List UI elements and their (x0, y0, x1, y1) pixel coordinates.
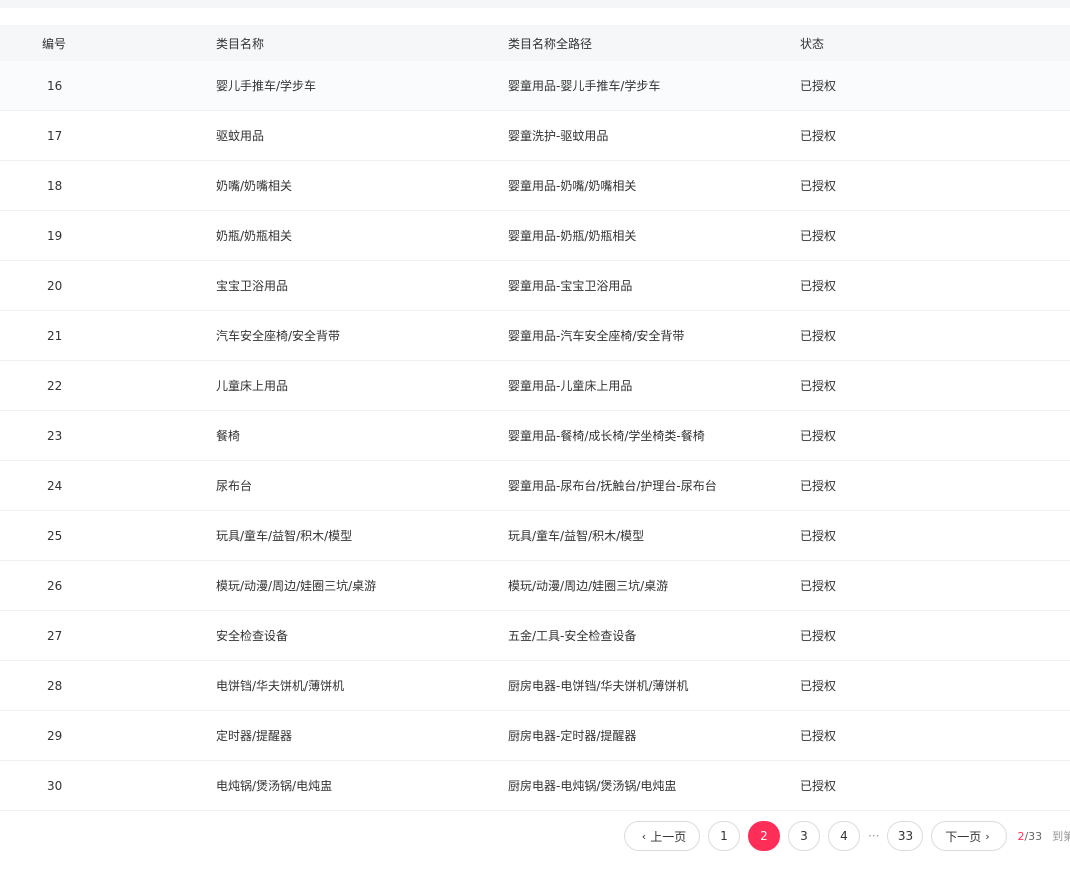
cell-status: 已授权 (800, 329, 837, 343)
cell-id: 22 (47, 378, 63, 393)
cell-path: 厨房电器-电饼铛/华夫饼机/薄饼机 (508, 679, 689, 693)
pagination-ellipsis: ··· (868, 829, 880, 843)
cell-status: 已授权 (800, 779, 837, 793)
cell-name: 电饼铛/华夫饼机/薄饼机 (216, 679, 345, 693)
cell-path: 婴童用品-儿童床上用品 (508, 379, 633, 393)
cell-name: 宝宝卫浴用品 (216, 279, 289, 293)
chevron-left-icon: ‹ (641, 829, 647, 843)
page-info: 2/33 (1017, 830, 1042, 843)
cell-status: 已授权 (800, 529, 837, 543)
cell-status: 已授权 (800, 229, 837, 243)
page-button-3[interactable]: 3 (788, 821, 820, 851)
cell-status: 已授权 (800, 129, 837, 143)
cell-id: 28 (47, 678, 63, 693)
header-status: 状态 (800, 36, 825, 51)
page-info-total: /33 (1024, 829, 1043, 843)
table-row: 20 宝宝卫浴用品 婴童用品-宝宝卫浴用品 已授权 (0, 261, 1070, 311)
cell-name: 尿布台 (216, 479, 253, 493)
header-path: 类目名称全路径 (508, 36, 593, 51)
cell-status: 已授权 (800, 379, 837, 393)
table-row: 29 定时器/提醒器 厨房电器-定时器/提醒器 已授权 (0, 711, 1070, 761)
cell-path: 厨房电器-电炖锅/煲汤锅/电炖盅 (508, 779, 677, 793)
table-header: 编号 类目名称 类目名称全路径 状态 (0, 25, 1070, 61)
cell-status: 已授权 (800, 729, 837, 743)
cell-path: 玩具/童车/益智/积木/模型 (508, 529, 645, 543)
cell-name: 婴儿手推车/学步车 (216, 79, 317, 93)
cell-id: 20 (47, 278, 63, 293)
table-row: 16 婴儿手推车/学步车 婴童用品-婴儿手推车/学步车 已授权 (0, 61, 1070, 111)
cell-id: 23 (47, 428, 63, 443)
table-row: 28 电饼铛/华夫饼机/薄饼机 厨房电器-电饼铛/华夫饼机/薄饼机 已授权 (0, 661, 1070, 711)
cell-id: 30 (47, 778, 63, 793)
cell-id: 29 (47, 728, 63, 743)
goto-page-label: 到第 (1052, 830, 1070, 843)
table-row: 25 玩具/童车/益智/积木/模型 玩具/童车/益智/积木/模型 已授权 (0, 511, 1070, 561)
table-row: 19 奶瓶/奶瓶相关 婴童用品-奶瓶/奶瓶相关 已授权 (0, 211, 1070, 261)
cell-path: 模玩/动漫/周边/娃圈三坑/桌游 (508, 579, 669, 593)
page-button-last[interactable]: 33 (887, 821, 924, 851)
cell-name: 汽车安全座椅/安全背带 (216, 329, 341, 343)
cell-path: 婴童用品-尿布台/抚触台/护理台-尿布台 (508, 479, 717, 493)
cell-name: 儿童床上用品 (216, 379, 289, 393)
cell-status: 已授权 (800, 479, 837, 493)
pagination: ‹ 上一页 1 2 3 4 ··· 33 下一页 › 2/33 到第 (624, 819, 1070, 853)
chevron-right-icon: › (985, 829, 990, 843)
cell-name: 安全检查设备 (216, 629, 289, 643)
cell-path: 婴童洗护-驱蚊用品 (508, 129, 609, 143)
category-authorization-page: 编号 类目名称 类目名称全路径 状态 16 婴儿手推车/学步车 婴童用品-婴儿手… (0, 0, 1070, 877)
cell-status: 已授权 (800, 679, 837, 693)
cell-name: 电炖锅/煲汤锅/电炖盅 (216, 779, 333, 793)
cell-path: 婴童用品-奶瓶/奶瓶相关 (508, 229, 637, 243)
cell-name: 玩具/童车/益智/积木/模型 (216, 529, 353, 543)
table-row: 24 尿布台 婴童用品-尿布台/抚触台/护理台-尿布台 已授权 (0, 461, 1070, 511)
table-row: 18 奶嘴/奶嘴相关 婴童用品-奶嘴/奶嘴相关 已授权 (0, 161, 1070, 211)
page-button-1[interactable]: 1 (708, 821, 740, 851)
header-name: 类目名称 (216, 36, 265, 51)
cell-status: 已授权 (800, 629, 837, 643)
category-table: 编号 类目名称 类目名称全路径 状态 16 婴儿手推车/学步车 婴童用品-婴儿手… (0, 25, 1070, 811)
header-id: 编号 (42, 36, 67, 51)
cell-id: 18 (47, 178, 63, 193)
table-row: 26 模玩/动漫/周边/娃圈三坑/桌游 模玩/动漫/周边/娃圈三坑/桌游 已授权 (0, 561, 1070, 611)
cell-status: 已授权 (800, 579, 837, 593)
cell-name: 定时器/提醒器 (216, 729, 293, 743)
cell-name: 模玩/动漫/周边/娃圈三坑/桌游 (216, 579, 377, 593)
cell-path: 婴童用品-汽车安全座椅/安全背带 (508, 329, 685, 343)
prev-page-label: 上一页 (650, 829, 687, 844)
page-button-4[interactable]: 4 (828, 821, 860, 851)
cell-status: 已授权 (800, 279, 837, 293)
table-row: 17 驱蚊用品 婴童洗护-驱蚊用品 已授权 (0, 111, 1070, 161)
cell-status: 已授权 (800, 179, 837, 193)
cell-path: 厨房电器-定时器/提醒器 (508, 729, 637, 743)
prev-page-button[interactable]: ‹ 上一页 (624, 821, 700, 851)
cell-path: 婴童用品-宝宝卫浴用品 (508, 279, 633, 293)
cell-id: 24 (47, 478, 63, 493)
cell-id: 16 (47, 78, 63, 93)
cell-id: 25 (47, 528, 63, 543)
table-row: 27 安全检查设备 五金/工具-安全检查设备 已授权 (0, 611, 1070, 661)
next-page-button[interactable]: 下一页 › (931, 821, 1008, 851)
table-row: 22 儿童床上用品 婴童用品-儿童床上用品 已授权 (0, 361, 1070, 411)
table-row: 21 汽车安全座椅/安全背带 婴童用品-汽车安全座椅/安全背带 已授权 (0, 311, 1070, 361)
cell-name: 奶嘴/奶嘴相关 (216, 179, 293, 193)
cell-name: 餐椅 (216, 429, 241, 443)
cell-id: 19 (47, 228, 63, 243)
cell-path: 五金/工具-安全检查设备 (508, 629, 637, 643)
cell-path: 婴童用品-婴儿手推车/学步车 (508, 79, 661, 93)
cell-status: 已授权 (800, 79, 837, 93)
cell-name: 驱蚊用品 (216, 129, 265, 143)
cell-status: 已授权 (800, 429, 837, 443)
cell-id: 27 (47, 628, 63, 643)
top-strip (0, 0, 1070, 8)
next-page-label: 下一页 (945, 829, 982, 844)
table-row: 30 电炖锅/煲汤锅/电炖盅 厨房电器-电炖锅/煲汤锅/电炖盅 已授权 (0, 761, 1070, 811)
table-row: 23 餐椅 婴童用品-餐椅/成长椅/学坐椅类-餐椅 已授权 (0, 411, 1070, 461)
cell-id: 26 (47, 578, 63, 593)
cell-id: 17 (47, 128, 63, 143)
cell-id: 21 (47, 328, 63, 343)
page-button-2-current[interactable]: 2 (748, 821, 780, 851)
cell-name: 奶瓶/奶瓶相关 (216, 229, 293, 243)
cell-path: 婴童用品-餐椅/成长椅/学坐椅类-餐椅 (508, 429, 705, 443)
cell-path: 婴童用品-奶嘴/奶嘴相关 (508, 179, 637, 193)
